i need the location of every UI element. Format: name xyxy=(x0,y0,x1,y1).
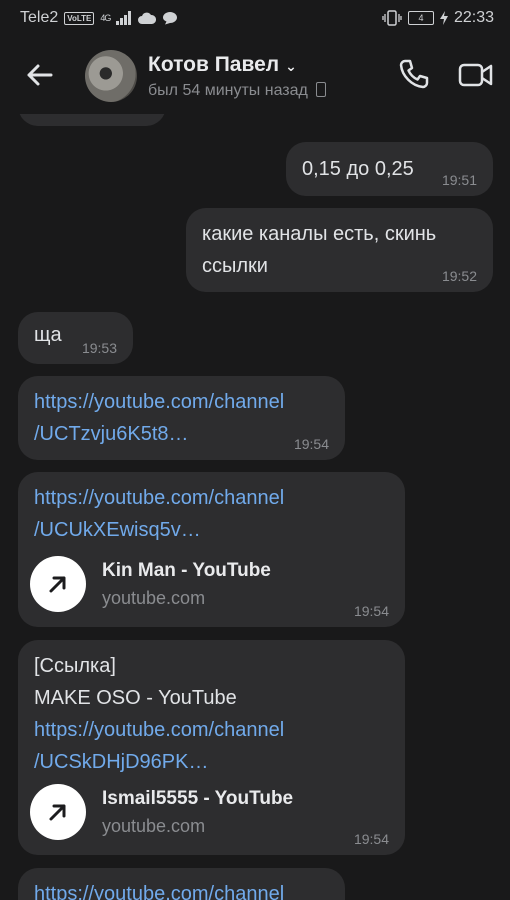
link-line: /UCTzvju6K5t8… xyxy=(34,423,189,445)
back-arrow-icon[interactable] xyxy=(24,60,54,90)
link-line: https://youtube.com/channel xyxy=(34,391,285,413)
preview-site: youtube.com xyxy=(102,816,206,836)
message-icon xyxy=(163,12,178,25)
vibrate-icon xyxy=(382,10,402,26)
message-time: 19:53 xyxy=(81,340,117,356)
message-time: 19:52 xyxy=(441,268,477,284)
battery-icon: 4 xyxy=(407,11,434,25)
message-list[interactable]: 0,15 до 0,25 19:51 какие каналы есть, ск… xyxy=(0,114,510,900)
status-bar-right: 4 22:33 xyxy=(382,9,494,27)
message-bubble-outgoing[interactable]: какие каналы есть, скинь ссылки 19:52 xyxy=(186,208,493,292)
link-preview[interactable]: Kin Man - YouTube youtube.com xyxy=(30,556,271,612)
chat-header: Котов Павел ⌄ был 54 минуты назад xyxy=(0,36,510,114)
contact-name-text: Котов Павел xyxy=(148,53,280,76)
link-line: /UCSkDHjD96PK… xyxy=(34,751,209,773)
external-link-icon xyxy=(30,784,86,840)
phone-call-icon[interactable] xyxy=(398,58,430,90)
message-bubble-incoming[interactable]: https://youtube.com/channel /UCUkXEwisq5… xyxy=(18,472,405,627)
preview-title: Ismail5555 - YouTube xyxy=(102,788,294,809)
message-time: 19:54 xyxy=(353,831,389,847)
last-seen-status: был 54 минуты назад xyxy=(148,82,326,100)
link-line: https://youtube.com/channel xyxy=(34,883,285,900)
link-preview[interactable]: Ismail5555 - YouTube youtube.com xyxy=(30,784,293,840)
message-text: [Ссылка] xyxy=(34,655,116,677)
message-bubble-incoming[interactable]: ща 19:53 xyxy=(18,312,133,364)
message-link[interactable]: https://youtube.com/channel /UCSkDHjD96P… xyxy=(34,714,284,778)
message-bubble-outgoing[interactable]: 0,15 до 0,25 19:51 xyxy=(286,142,493,196)
message-bubble-partial[interactable] xyxy=(18,114,166,126)
mobile-icon xyxy=(315,82,326,97)
status-bar-left: Tele2 VoLTE 4G xyxy=(20,9,178,27)
chevron-down-icon: ⌄ xyxy=(285,58,297,74)
cloud-icon xyxy=(138,12,157,24)
message-time: 19:54 xyxy=(353,603,389,619)
message-text: ща xyxy=(34,324,62,346)
network-type: 4G xyxy=(100,13,111,23)
message-text: ссылки xyxy=(202,255,268,277)
message-link[interactable]: https://youtube.com/channel /UCUkXEwisq5… xyxy=(34,482,284,546)
external-link-icon xyxy=(30,556,86,612)
video-call-icon[interactable] xyxy=(458,60,494,90)
avatar[interactable] xyxy=(85,50,137,102)
link-line: /UCUkXEwisq5v… xyxy=(34,519,201,541)
message-bubble-incoming[interactable]: https://youtube.com/channel /UCTzvju6K5t… xyxy=(18,376,345,460)
message-link[interactable]: https://youtube.com/channel xyxy=(34,878,284,900)
message-text: MAKE OSO - YouTube xyxy=(34,687,237,709)
carrier-name: Tele2 xyxy=(20,9,59,26)
last-seen-text: был 54 минуты назад xyxy=(148,82,308,99)
status-bar: Tele2 VoLTE 4G 4 22:33 xyxy=(0,0,510,36)
preview-site: youtube.com xyxy=(102,588,206,608)
signal-icon xyxy=(116,11,132,25)
message-text: 0,15 до 0,25 xyxy=(302,158,414,180)
message-link[interactable]: https://youtube.com/channel /UCTzvju6K5t… xyxy=(34,386,284,450)
link-line: https://youtube.com/channel xyxy=(34,487,285,509)
message-time: 19:51 xyxy=(441,172,477,188)
message-time: 19:54 xyxy=(293,436,329,452)
contact-name[interactable]: Котов Павел ⌄ xyxy=(148,53,297,77)
message-bubble-incoming[interactable]: https://youtube.com/channel xyxy=(18,868,345,900)
preview-title: Kin Man - YouTube xyxy=(102,560,271,581)
clock: 22:33 xyxy=(453,9,494,26)
volte-badge: VoLTE xyxy=(64,11,95,25)
message-bubble-incoming[interactable]: [Ссылка] MAKE OSO - YouTube https://yout… xyxy=(18,640,405,855)
link-line: https://youtube.com/channel xyxy=(34,719,285,741)
message-text: какие каналы есть, скинь xyxy=(202,223,437,245)
charging-icon xyxy=(439,11,448,25)
